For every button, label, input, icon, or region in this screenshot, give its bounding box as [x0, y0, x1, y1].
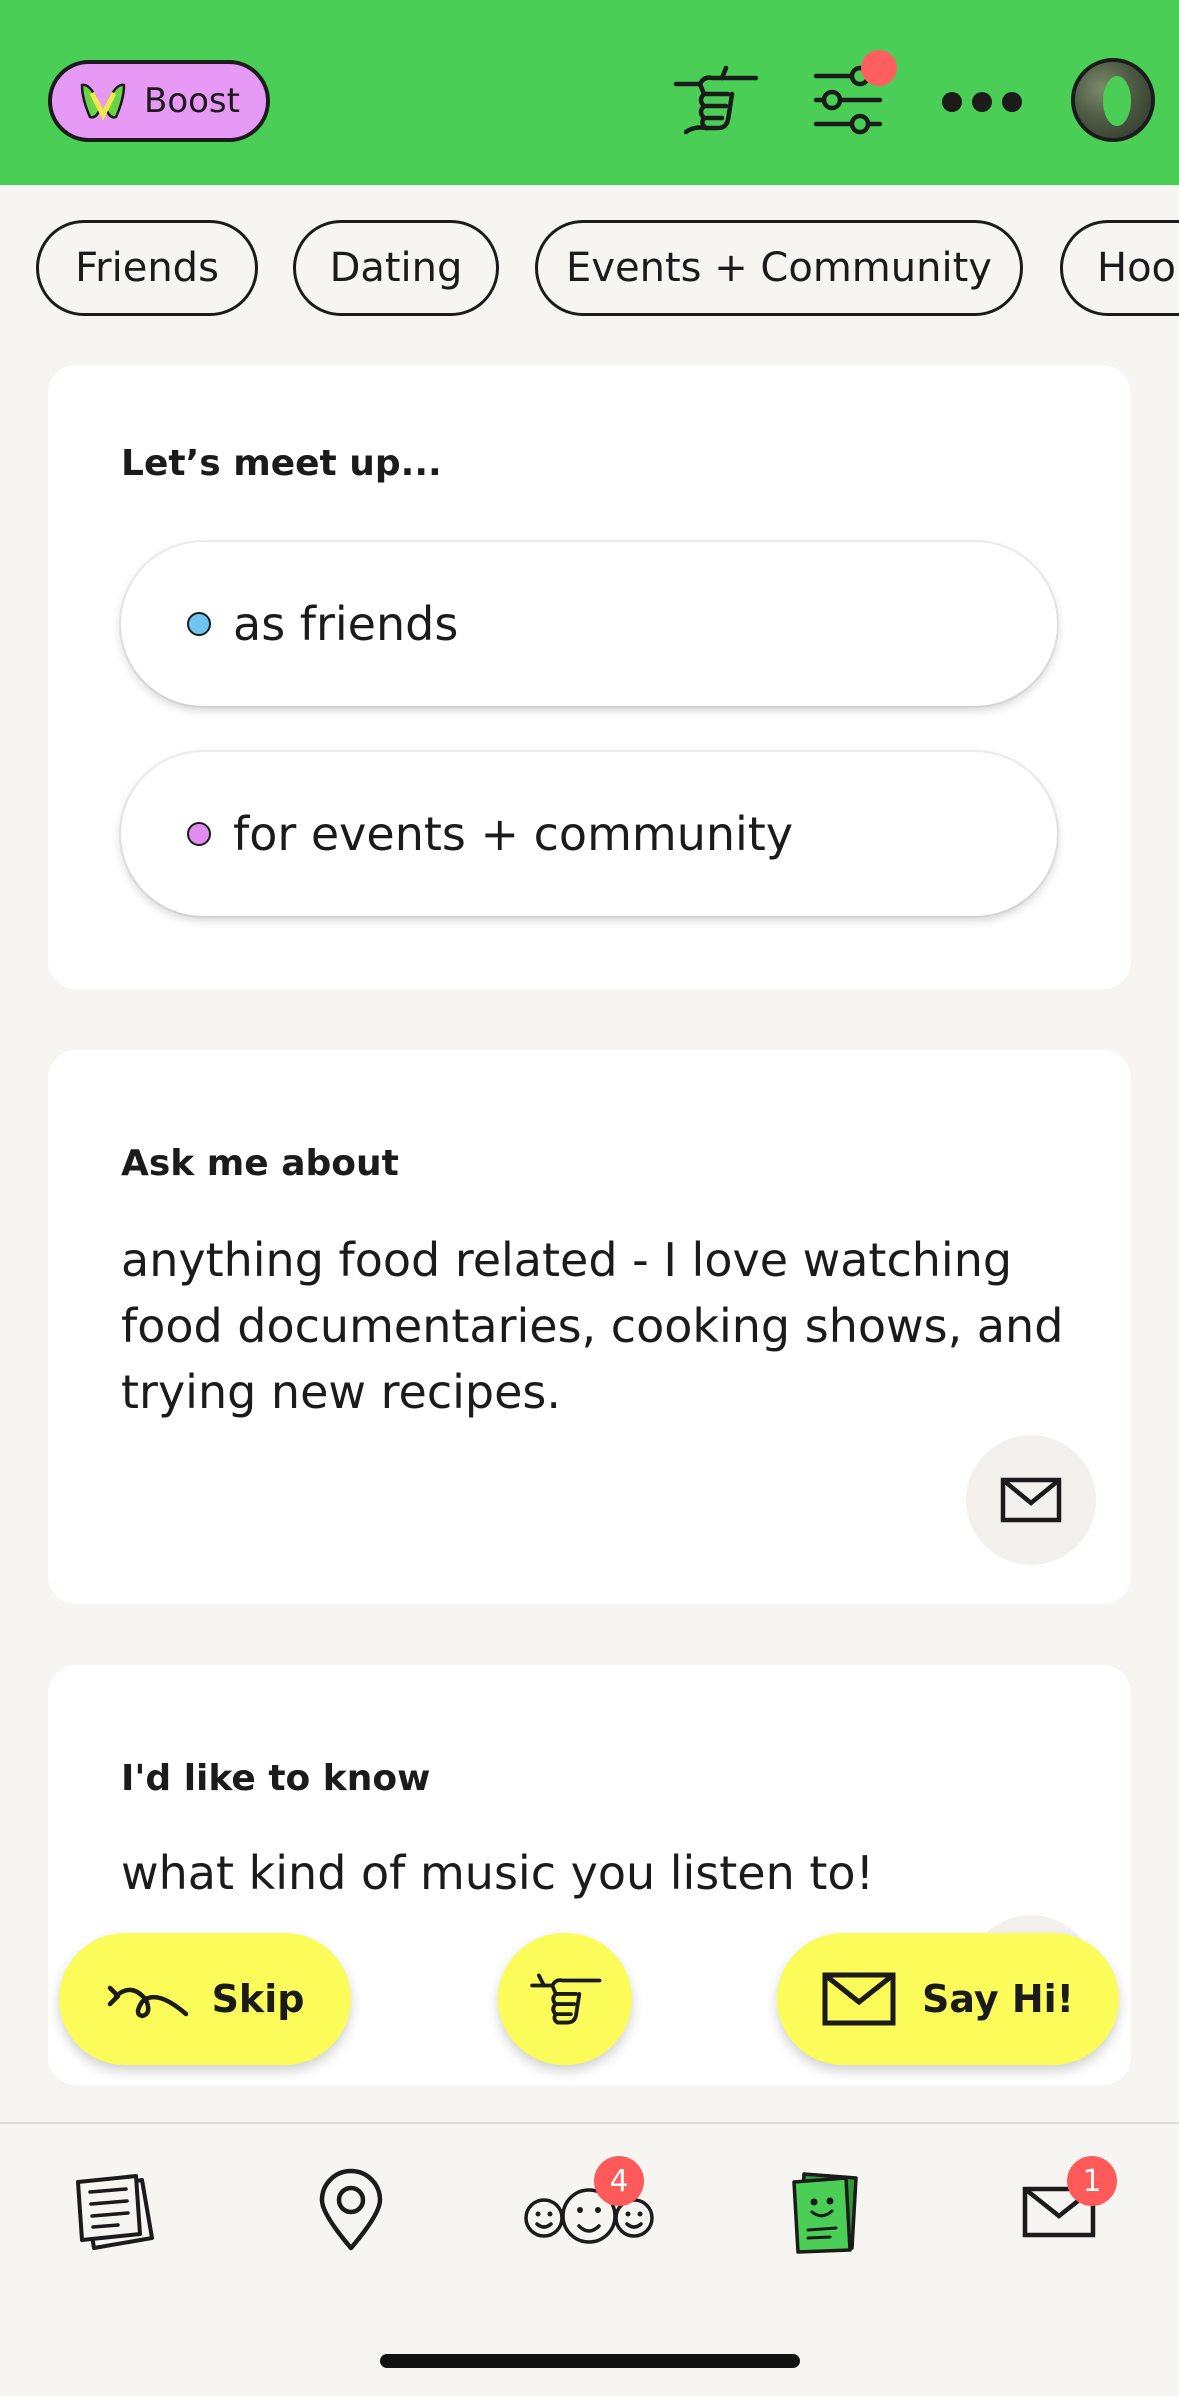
skip-label: Skip — [211, 1977, 305, 2021]
meet-up-card: Let’s meet up... as friends for events +… — [48, 365, 1131, 989]
chip-hoo[interactable]: Hoo — [1060, 220, 1179, 316]
more-icon[interactable] — [940, 90, 1024, 114]
boost-label: Boost — [144, 81, 240, 121]
boost-button[interactable]: Boost — [48, 60, 270, 142]
say-hi-button[interactable]: Say Hi! — [777, 1933, 1119, 2065]
boost-logo-icon — [80, 83, 126, 121]
avatar-face-shape — [1103, 76, 1131, 126]
meet-up-option-friends[interactable]: as friends — [121, 542, 1057, 706]
ask-me-title: Ask me about — [121, 1143, 399, 1184]
like-to-know-title: I'd like to know — [121, 1758, 431, 1799]
inbox-badge: 1 — [1067, 2156, 1117, 2206]
option-label: for events + community — [233, 807, 794, 861]
events-dot — [187, 822, 211, 846]
ask-me-line: food documentaries, cooking shows, and — [121, 1299, 1064, 1353]
skip-button[interactable]: Skip — [59, 1933, 351, 2065]
home-indicator — [380, 2354, 800, 2368]
chip-friends[interactable]: Friends — [36, 220, 258, 316]
wave-button[interactable] — [498, 1933, 632, 2065]
feed-icon[interactable] — [74, 2172, 158, 2254]
ask-me-line: trying new recipes. — [121, 1365, 561, 1419]
map-pin-icon[interactable] — [316, 2168, 386, 2252]
pointing-hand-icon[interactable] — [670, 62, 760, 138]
say-hi-label: Say Hi! — [922, 1977, 1074, 2021]
ask-me-text: anything food related - I love watching … — [121, 1227, 1063, 1425]
chip-events-community[interactable]: Events + Community — [535, 220, 1023, 316]
profile-cards-icon[interactable] — [790, 2168, 860, 2254]
friends-dot — [187, 612, 211, 636]
meet-up-option-events[interactable]: for events + community — [121, 752, 1057, 916]
top-header: Boost — [0, 0, 1179, 185]
avatar[interactable] — [1071, 58, 1155, 142]
chip-dating[interactable]: Dating — [293, 220, 499, 316]
mail-icon — [1000, 1477, 1062, 1523]
like-to-know-text: what kind of music you listen to! — [121, 1846, 875, 1900]
pointing-hand-icon — [530, 1973, 602, 2025]
meet-up-title: Let’s meet up... — [121, 443, 442, 484]
skip-arrow-icon — [107, 1985, 188, 2019]
filter-notification-dot — [861, 50, 897, 86]
ask-me-card: Ask me about anything food related - I l… — [48, 1050, 1131, 1604]
mail-icon — [822, 1972, 896, 2026]
option-label: as friends — [233, 597, 459, 651]
reply-mail-button[interactable] — [966, 1435, 1096, 1565]
people-badge: 4 — [594, 2156, 644, 2206]
category-chips: Friends Dating Events + Community Hoo — [0, 220, 1179, 318]
ask-me-line: anything food related - I love watching — [121, 1233, 1013, 1287]
